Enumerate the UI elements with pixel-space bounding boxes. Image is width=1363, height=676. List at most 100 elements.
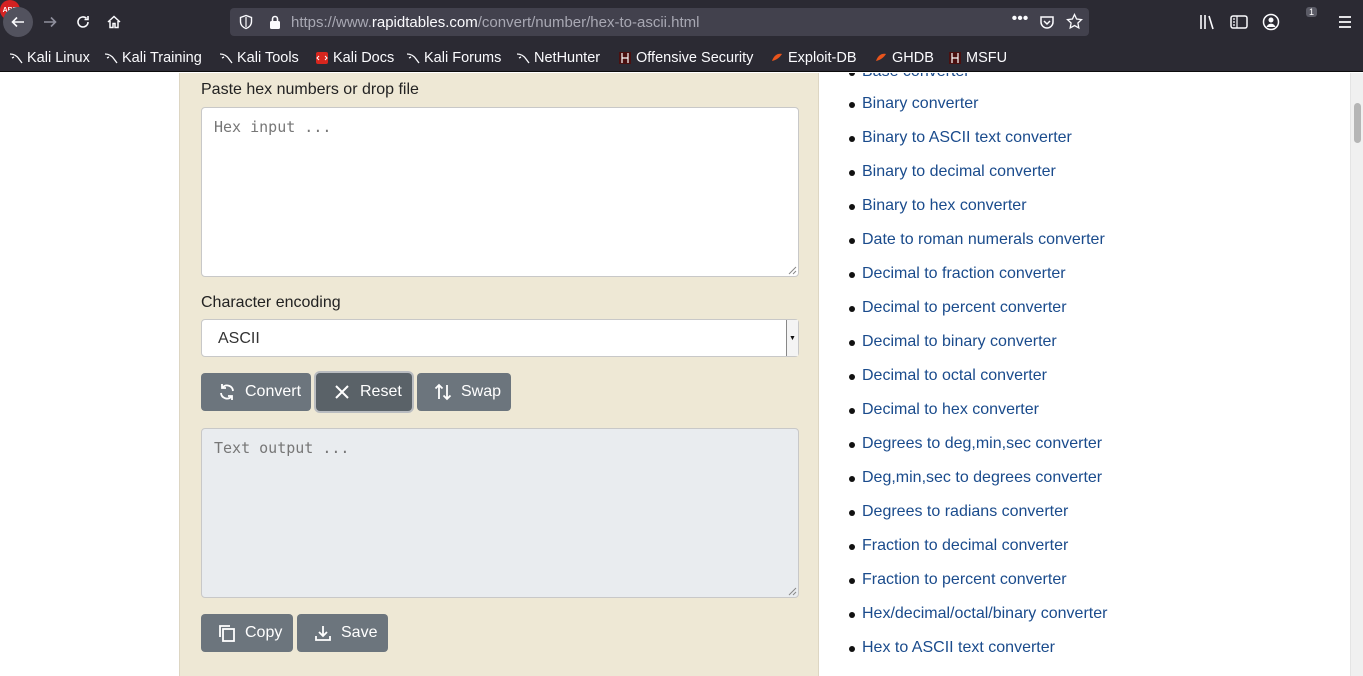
refresh-icon	[220, 384, 234, 400]
resize-handle-icon[interactable]	[787, 265, 797, 275]
converter-link[interactable]: Binary to ASCII text converter	[862, 129, 1072, 147]
converter-link[interactable]: Fraction to decimal converter	[862, 537, 1068, 555]
bookmark-msfu[interactable]: MSFU	[948, 48, 1007, 68]
page-scrollbar[interactable]	[1350, 73, 1363, 676]
browser-toolbar: https://www.rapidtables.com/convert/numb…	[0, 0, 1363, 44]
reset-label: Reset	[360, 383, 402, 400]
bookmark-kali-tools[interactable]: Kali Tools	[219, 48, 299, 68]
tracking-shield-icon[interactable]	[238, 14, 254, 30]
bookmark-exploit-db[interactable]: Exploit-DB	[770, 48, 857, 68]
resize-handle-icon[interactable]	[787, 586, 797, 596]
url-host: rapidtables.com	[371, 14, 478, 31]
converter-link[interactable]: Degrees to deg,min,sec converter	[862, 435, 1102, 453]
encoding-select[interactable]: ASCII ▼	[201, 319, 799, 357]
library-icon[interactable]	[1197, 12, 1217, 32]
save-button[interactable]: Save	[297, 614, 388, 652]
copy-icon	[219, 625, 235, 642]
bookmark-label: Offensive Security	[636, 50, 754, 66]
download-icon	[315, 626, 331, 641]
exploit-db-icon	[876, 53, 886, 61]
converter-panel: Paste hex numbers or drop file Hex input…	[179, 73, 819, 676]
save-label: Save	[341, 624, 378, 641]
bookmark-label: Kali Linux	[27, 50, 90, 66]
bookmark-ghdb[interactable]: GHDB	[874, 48, 934, 68]
offsec-icon	[949, 52, 961, 64]
swap-button[interactable]: Swap	[417, 373, 511, 411]
bookmark-star-icon[interactable]	[1066, 13, 1083, 30]
url-bar[interactable]: https://www.rapidtables.com/convert/numb…	[230, 8, 1089, 36]
converter-link[interactable]: Decimal to fraction converter	[862, 265, 1066, 283]
converter-link[interactable]: Binary to hex converter	[862, 197, 1027, 215]
reset-button[interactable]: Reset	[316, 373, 412, 411]
bookmark-kali-docs[interactable]: Kali Docs	[315, 48, 394, 68]
adblock-count-badge: 1	[1306, 7, 1318, 17]
bookmark-label: Kali Forums	[424, 50, 502, 66]
converter-link[interactable]: Date to roman numerals converter	[862, 231, 1105, 249]
encoding-selected-value: ASCII	[218, 330, 260, 347]
swap-arrows-icon	[434, 383, 452, 401]
bookmark-kali-forums[interactable]: Kali Forums	[406, 48, 501, 68]
bookmark-label: NetHunter	[534, 50, 601, 66]
copy-button[interactable]: Copy	[201, 614, 293, 652]
hex-input-placeholder: Hex input ...	[214, 118, 332, 136]
converter-link[interactable]: Degrees to radians converter	[862, 503, 1068, 521]
converter-link[interactable]: Decimal to percent converter	[862, 299, 1067, 317]
dropdown-arrow-icon[interactable]: ▼	[786, 320, 798, 356]
converter-link[interactable]: Hex/decimal/octal/binary converter	[862, 605, 1107, 623]
hex-input-label: Paste hex numbers or drop file	[201, 81, 419, 98]
converter-link[interactable]: Decimal to binary converter	[862, 333, 1057, 351]
convert-button[interactable]: Convert	[201, 373, 311, 411]
converter-link[interactable]: Fraction to percent converter	[862, 571, 1067, 589]
convert-label: Convert	[245, 383, 302, 400]
pocket-icon[interactable]	[1039, 14, 1055, 30]
url-path: /convert/number/hex-to-ascii.html	[477, 14, 700, 31]
bookmark-nethunter[interactable]: NetHunter	[516, 48, 600, 68]
exploit-db-icon	[772, 53, 782, 61]
bookmark-label: Kali Tools	[237, 50, 299, 66]
forward-button[interactable]	[35, 7, 65, 37]
lock-icon[interactable]	[268, 14, 282, 30]
offsec-icon	[619, 52, 631, 64]
url-text[interactable]: https://www.rapidtables.com/convert/numb…	[291, 14, 700, 31]
kali-dragon-icon	[516, 53, 530, 64]
home-button[interactable]	[99, 7, 129, 37]
converter-link[interactable]: Deg,min,sec to degrees converter	[862, 469, 1102, 487]
arrow-left-icon	[11, 16, 24, 28]
kali-docs-icon	[316, 52, 328, 64]
reload-icon	[77, 16, 89, 28]
page-actions-menu-icon[interactable]: •••	[1009, 10, 1031, 34]
reload-button[interactable]	[68, 7, 98, 37]
account-icon[interactable]	[1261, 12, 1281, 32]
converter-link[interactable]: Binary converter	[862, 95, 979, 113]
copy-label: Copy	[245, 624, 283, 641]
hex-input-field[interactable]: Hex input ...	[201, 107, 799, 277]
bookmark-label: MSFU	[966, 50, 1008, 66]
converter-link[interactable]: Binary to decimal converter	[862, 163, 1056, 181]
bookmark-label: GHDB	[892, 50, 934, 66]
text-output-field[interactable]: Text output ...	[201, 428, 799, 598]
back-button[interactable]	[3, 7, 33, 37]
close-icon	[335, 385, 349, 399]
swap-label: Swap	[461, 383, 502, 400]
scrollbar-thumb[interactable]	[1354, 103, 1361, 143]
sidebar-toggle-icon[interactable]	[1229, 12, 1249, 32]
converter-link[interactable]: Decimal to hex converter	[862, 401, 1039, 419]
home-icon	[107, 15, 121, 29]
text-output-placeholder: Text output ...	[214, 439, 350, 457]
converter-link[interactable]: Base converter	[862, 73, 970, 81]
converter-link[interactable]: Decimal to octal converter	[862, 367, 1047, 385]
bookmark-kali-training[interactable]: Kali Training	[104, 48, 202, 68]
page-content: Paste hex numbers or drop file Hex input…	[0, 73, 1363, 676]
hamburger-menu-icon[interactable]	[1335, 12, 1355, 32]
arrow-right-icon	[44, 16, 57, 28]
encoding-label: Character encoding	[201, 294, 341, 311]
bookmark-label: Kali Training	[122, 50, 202, 66]
bookmarks-bar: Kali Linux Kali Training Kali Tools Kali…	[0, 44, 1363, 72]
kali-dragon-icon	[219, 53, 233, 64]
bookmark-offensive-security[interactable]: Offensive Security	[618, 48, 753, 68]
kali-dragon-icon	[406, 53, 420, 64]
converter-link[interactable]: Hex to ASCII text converter	[862, 639, 1055, 657]
bookmark-kali-linux[interactable]: Kali Linux	[9, 48, 90, 68]
bookmark-label: Kali Docs	[333, 50, 395, 66]
kali-dragon-icon	[104, 53, 118, 64]
